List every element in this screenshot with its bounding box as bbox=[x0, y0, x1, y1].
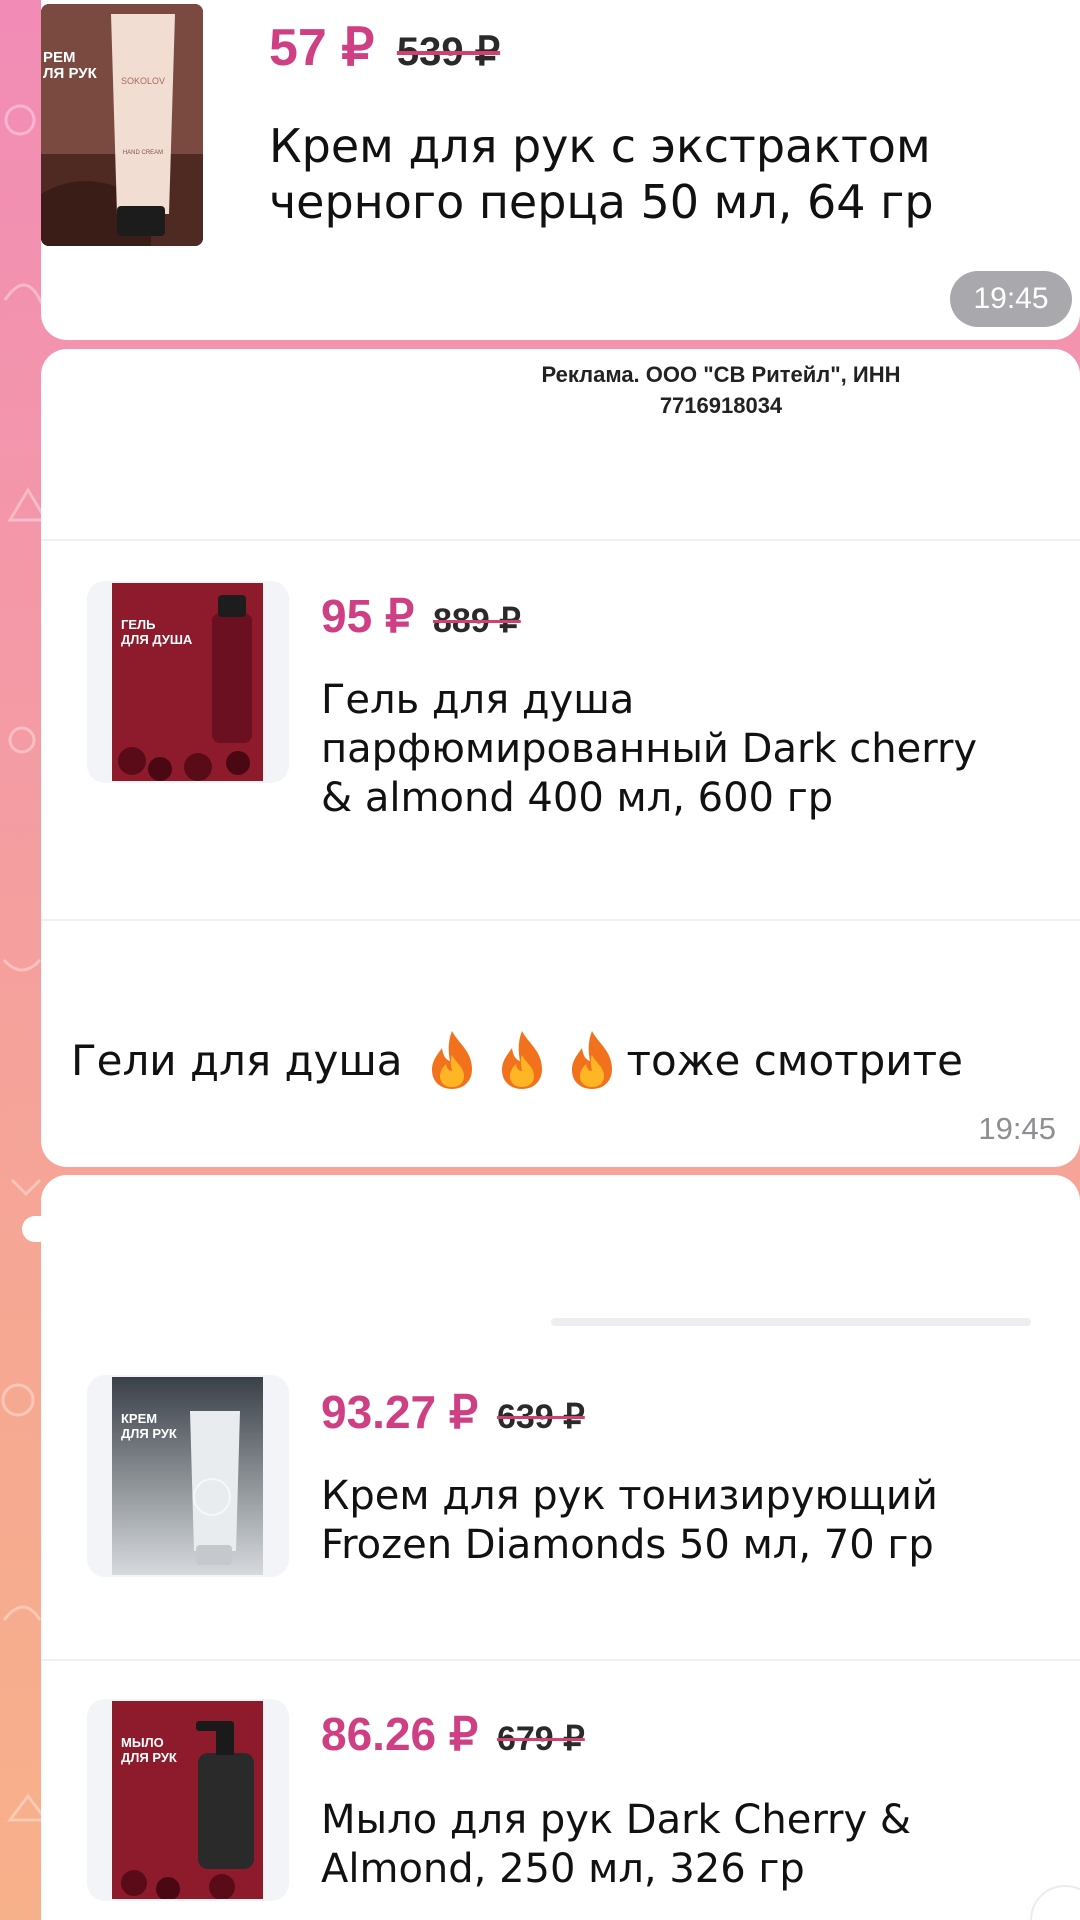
product-title-line: Almond, 250 мл, 326 гр bbox=[321, 1845, 805, 1892]
message-time: 19:45 bbox=[950, 271, 1072, 327]
product-title[interactable]: Мыло для рук Dark Cherry & Almond, 250 м… bbox=[321, 1796, 911, 1894]
divider bbox=[41, 919, 1080, 921]
thumb-label: ЛЯ РУК bbox=[43, 65, 97, 82]
product-title-line: парфюмированный Dark cherry bbox=[321, 725, 978, 772]
product-thumbnail[interactable]: SOKOLOV HAND CREAM РЕМ ЛЯ РУК bbox=[41, 4, 203, 246]
ad-disclaimer-line: 7716918034 bbox=[659, 393, 783, 418]
message-time: 19:45 bbox=[978, 1111, 1056, 1146]
price-row: 93.27 ₽ 639 ₽ bbox=[321, 1385, 585, 1439]
thumb-label: РЕМ bbox=[43, 49, 76, 66]
hand-cream-tube-icon: SOKOLOV HAND CREAM bbox=[41, 4, 203, 246]
fire-icon bbox=[431, 1031, 472, 1089]
shower-gel-bottle-icon bbox=[112, 583, 263, 781]
thumb-label: ГЕЛЬ bbox=[121, 617, 156, 632]
thumb-label: МЫЛО bbox=[121, 1735, 164, 1750]
old-price: 889 ₽ bbox=[433, 602, 521, 640]
scroll-down-button[interactable] bbox=[1030, 1885, 1080, 1920]
product-title-line: Крем для рук с экстрактом bbox=[269, 119, 931, 173]
fire-icon bbox=[501, 1031, 542, 1089]
product-title-line: черного перца 50 мл, 64 гр bbox=[269, 175, 934, 230]
product-thumbnail[interactable]: ГЕЛЬ ДЛЯ ДУША bbox=[87, 581, 289, 783]
message-bubble-3[interactable]: КРЕМ ДЛЯ РУК 93.27 ₽ 639 ₽ Крем для рук … bbox=[41, 1175, 1080, 1920]
message-bubble-1[interactable]: SOKOLOV HAND CREAM РЕМ ЛЯ РУК 57 ₽ 539 ₽… bbox=[41, 0, 1080, 340]
sale-price: 93.27 ₽ bbox=[321, 1386, 479, 1438]
svg-text:HAND CREAM: HAND CREAM bbox=[123, 150, 163, 156]
old-price: 539 ₽ bbox=[396, 30, 501, 74]
product-title[interactable]: Крем для рук тонизирующий Frozen Diamond… bbox=[321, 1472, 938, 1570]
fire-icon bbox=[571, 1031, 612, 1089]
svg-text:SOKOLOV: SOKOLOV bbox=[121, 76, 165, 86]
product-title-line: & almond 400 мл, 600 гр bbox=[321, 774, 834, 821]
ad-disclaimer: Реклама. ООО "СВ Ритейл", ИНН 7716918034 bbox=[511, 359, 931, 421]
sale-price: 86.26 ₽ bbox=[321, 1708, 479, 1760]
divider bbox=[41, 539, 1080, 541]
sale-price: 57 ₽ bbox=[269, 19, 375, 77]
product-thumbnail[interactable]: КРЕМ ДЛЯ РУК bbox=[87, 1375, 289, 1577]
sale-price: 95 ₽ bbox=[321, 590, 415, 642]
hand-cream-tube-icon bbox=[112, 1377, 263, 1575]
product-title-line: Мыло для рук Dark Cherry & bbox=[321, 1797, 912, 1843]
message-text-after: тоже смотрите bbox=[626, 1035, 963, 1085]
product-title[interactable]: Гель для душа парфюмированный Dark cherr… bbox=[321, 676, 977, 822]
ad-disclaimer-line: Реклама. ООО "СВ Ритейл", ИНН bbox=[541, 362, 901, 387]
divider bbox=[551, 1318, 1031, 1326]
thumb-label: ДЛЯ РУК bbox=[121, 1750, 177, 1765]
thumb-label: ДЛЯ РУК bbox=[121, 1426, 177, 1441]
price-row: 86.26 ₽ 679 ₽ bbox=[321, 1707, 585, 1761]
price-row: 57 ₽ 539 ₽ bbox=[269, 18, 500, 78]
divider bbox=[41, 1659, 1080, 1661]
old-price: 639 ₽ bbox=[496, 1398, 585, 1436]
message-bubble-2[interactable]: Реклама. ООО "СВ Ритейл", ИНН 7716918034… bbox=[41, 349, 1080, 1167]
product-title-line: Frozen Diamonds 50 мл, 70 гр bbox=[321, 1521, 934, 1568]
product-title[interactable]: Крем для рук с экстрактом черного перца … bbox=[269, 118, 934, 230]
message-text: Гели для душа тоже смотрите bbox=[71, 1029, 963, 1091]
product-title-line: Крем для рук тонизирующий bbox=[321, 1473, 938, 1519]
thumb-label: ДЛЯ ДУША bbox=[121, 632, 193, 647]
message-text-before: Гели для душа bbox=[71, 1035, 403, 1085]
thumb-label: КРЕМ bbox=[121, 1411, 158, 1426]
soap-dispenser-icon bbox=[112, 1701, 263, 1899]
product-title-line: Гель для душа bbox=[321, 677, 635, 723]
old-price: 679 ₽ bbox=[496, 1720, 585, 1758]
product-thumbnail[interactable]: МЫЛО ДЛЯ РУК bbox=[87, 1699, 289, 1901]
price-row: 95 ₽ 889 ₽ bbox=[321, 589, 521, 643]
